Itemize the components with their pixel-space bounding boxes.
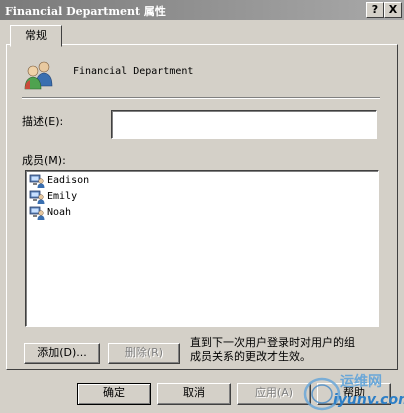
- tab-general[interactable]: 常规: [10, 25, 62, 47]
- members-label: 成员(M):: [22, 154, 66, 167]
- user-icon: [29, 174, 45, 188]
- watermark-url: iyunv.com: [333, 392, 404, 408]
- members-list[interactable]: Eadison Emily Noah: [25, 170, 379, 327]
- membership-note: 直到下一次用户登录时对用户的组 成员关系的更改才生效。: [190, 336, 355, 363]
- ok-button[interactable]: 确定: [77, 383, 151, 405]
- cancel-button[interactable]: 取消: [157, 383, 231, 405]
- description-input[interactable]: [111, 110, 377, 139]
- window-title: Financial Department 属性: [5, 5, 166, 18]
- member-name: Eadison: [47, 175, 90, 186]
- description-label: 描述(E):: [22, 115, 64, 128]
- title-bar[interactable]: Financial Department 属性 ? X: [0, 0, 404, 20]
- group-icon: [24, 61, 53, 90]
- member-name: Noah: [47, 207, 72, 218]
- remove-member-button[interactable]: 删除(R): [108, 343, 180, 364]
- add-member-button[interactable]: 添加(D)...: [24, 343, 100, 364]
- user-icon: [29, 190, 45, 204]
- user-icon: [29, 206, 45, 220]
- close-button[interactable]: X: [384, 2, 402, 18]
- divider: [22, 97, 380, 99]
- group-name: Financial Department: [73, 66, 194, 77]
- member-name: Emily: [47, 191, 78, 202]
- watermark-text: 运维网: [340, 374, 382, 390]
- title-help-button[interactable]: ?: [366, 2, 384, 18]
